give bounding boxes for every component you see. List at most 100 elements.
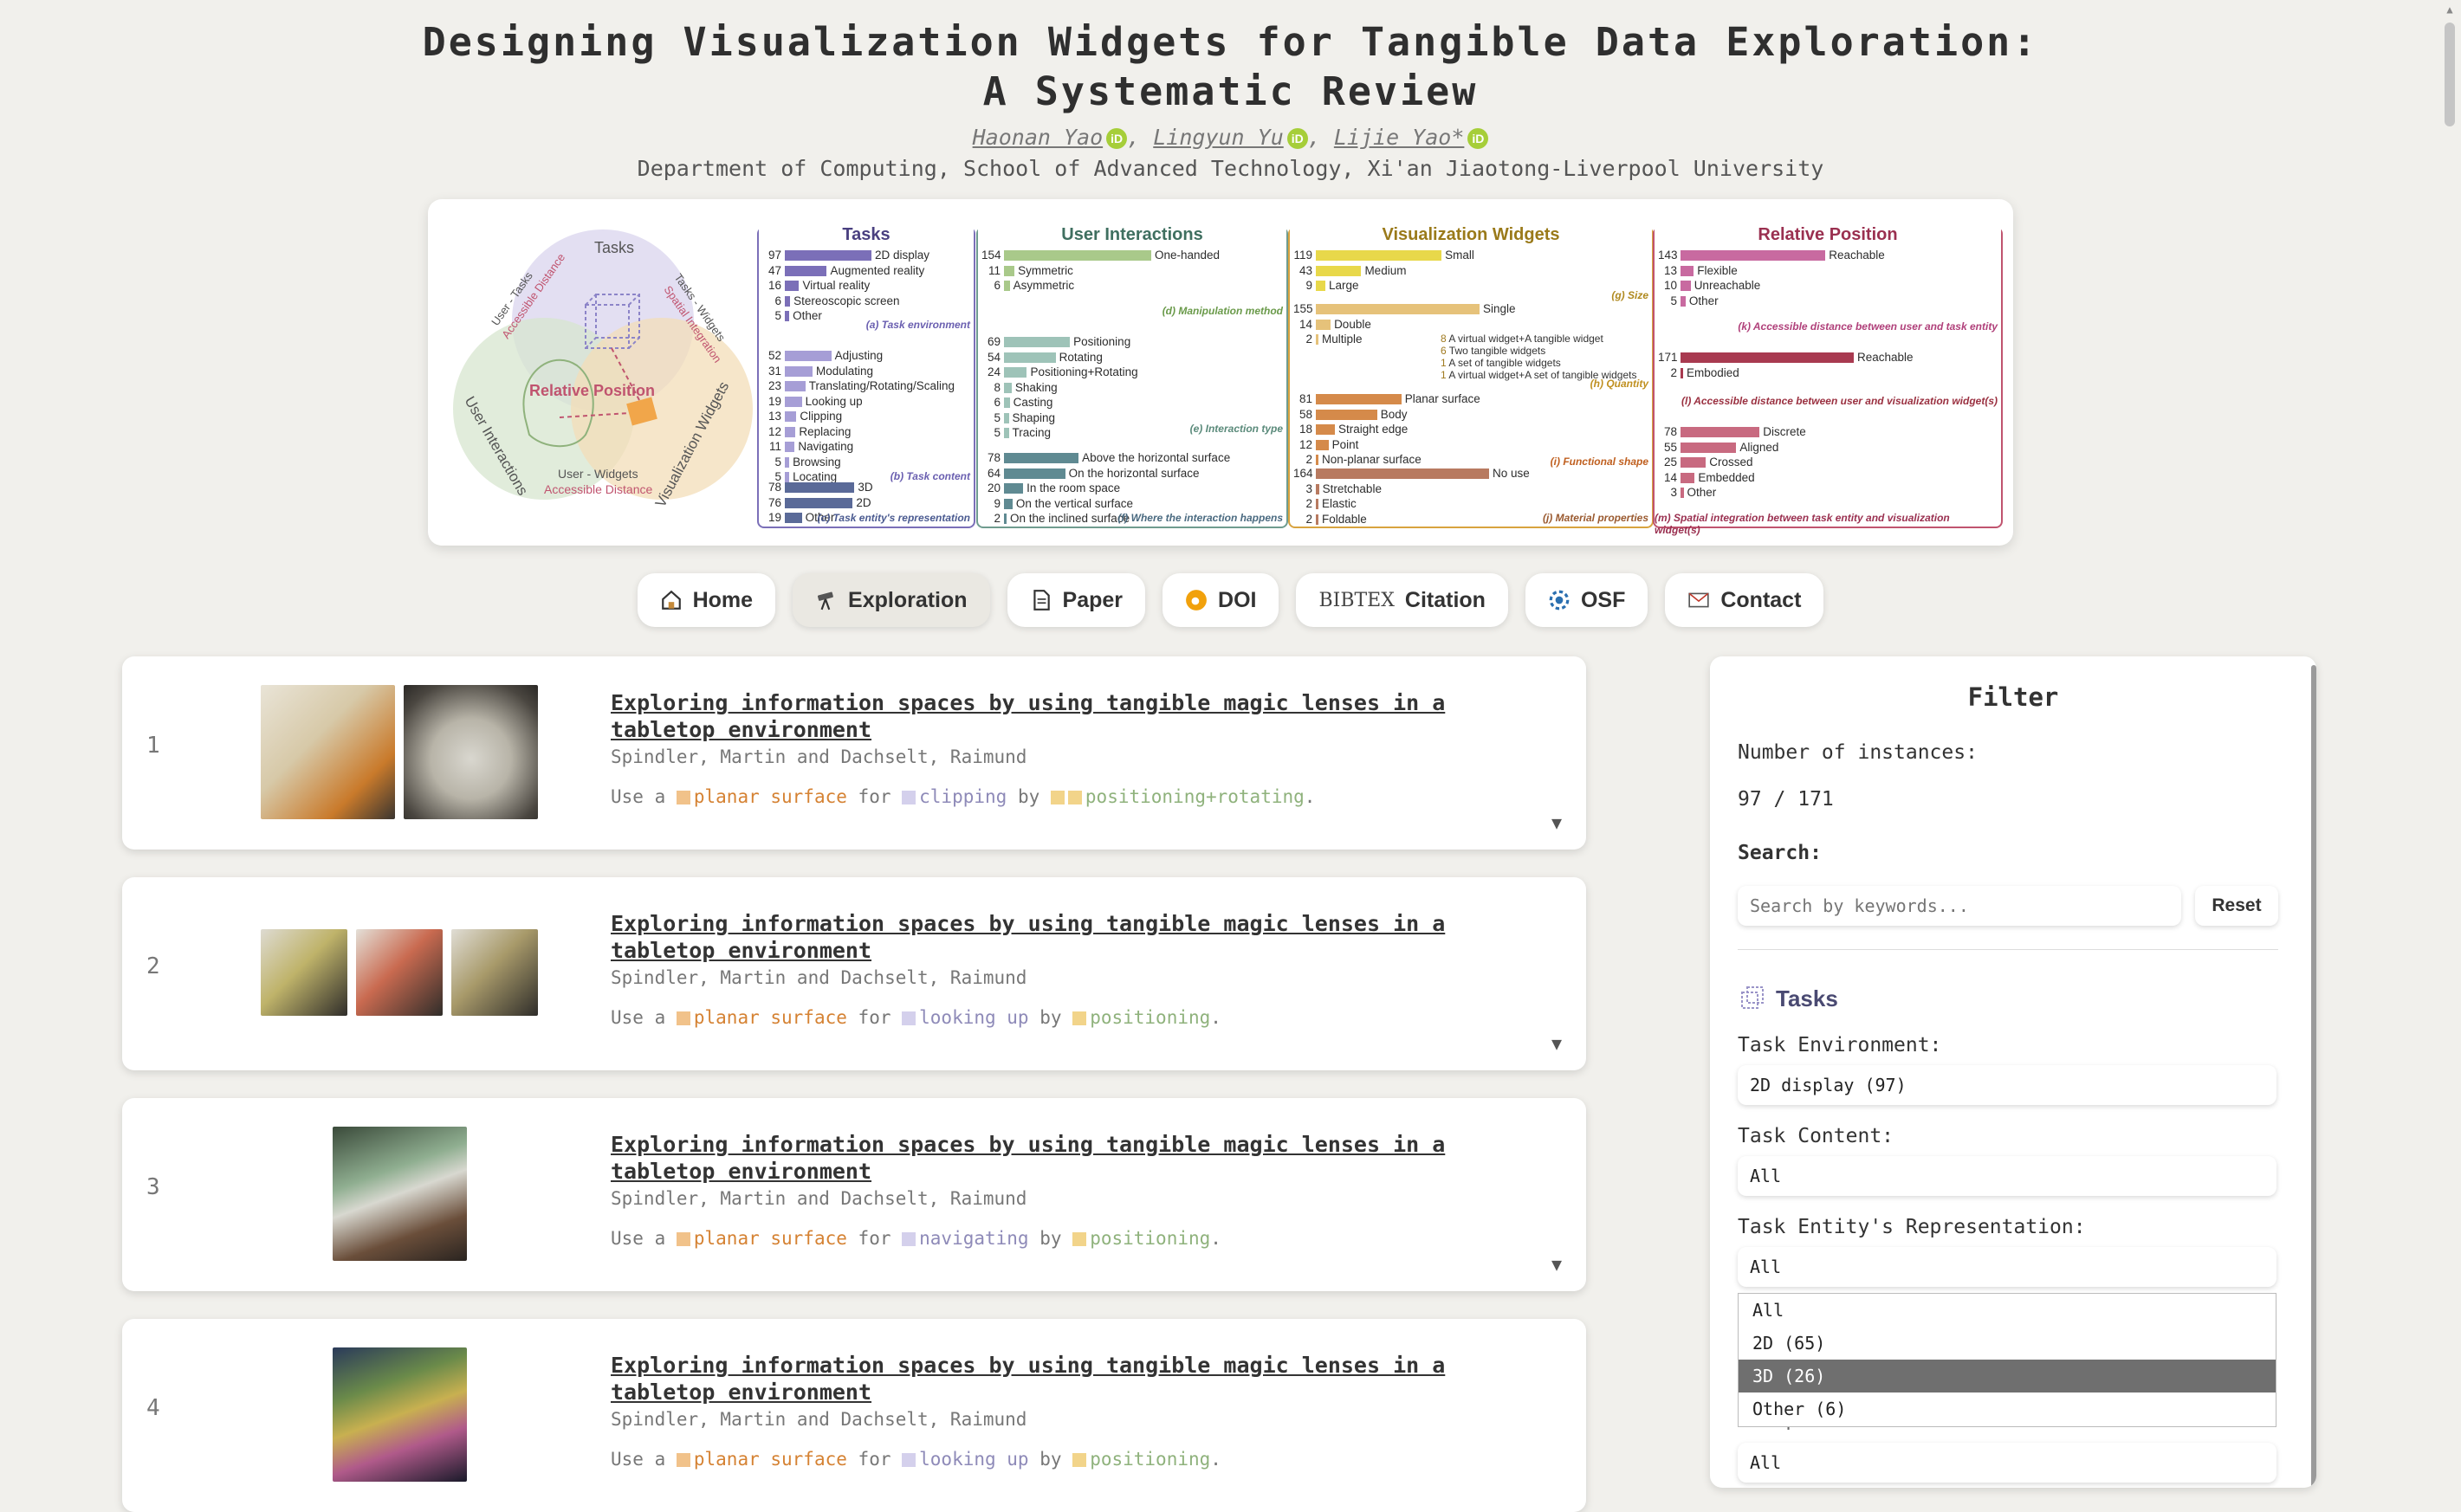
bar-value-label: 2 <box>1670 365 1677 379</box>
result-thumbnail[interactable] <box>451 929 538 1016</box>
task-keyword: clipping <box>919 786 1007 807</box>
dropdown-option[interactable]: All <box>1739 1294 2276 1327</box>
cube-icon <box>676 1011 690 1025</box>
orcid-icon[interactable]: iD <box>1286 128 1308 149</box>
task-environment-select[interactable]: 2D display (97) <box>1738 1065 2276 1105</box>
result-thumbnail[interactable] <box>261 929 347 1016</box>
nav-osf-button[interactable]: OSF <box>1525 573 1648 627</box>
chart-bar <box>1681 457 1707 468</box>
result-thumbnails <box>261 929 538 1016</box>
expand-chevron-icon[interactable]: ▼ <box>1551 1033 1562 1054</box>
bar-category-label: Translating/Rotating/Scaling <box>808 379 955 392</box>
hand-icon <box>1072 1232 1087 1246</box>
bar-value-label: 13 <box>1663 263 1677 277</box>
chart-bar-row: 14 Embedded <box>1658 470 1998 486</box>
result-authors: Spindler, Martin and Dachselt, Raimund <box>611 1188 1027 1209</box>
chart-bar <box>1316 319 1331 330</box>
chart-bar <box>1316 409 1377 420</box>
nav-contact-button[interactable]: Contact <box>1665 573 1824 627</box>
nav-doi-button[interactable]: DOI <box>1162 573 1279 627</box>
chart-bar-row: 11 Symmetric <box>981 263 1283 279</box>
result-card[interactable]: 2 Exploring information spaces by using … <box>122 877 1586 1070</box>
result-card[interactable]: 1 Exploring information spaces by using … <box>122 656 1586 850</box>
chart-bar-row: 12 Replacing <box>762 424 970 440</box>
bar-category-label: Stereoscopic screen <box>793 294 900 307</box>
result-thumbnail[interactable] <box>356 929 443 1016</box>
chart-bar <box>1681 427 1760 437</box>
result-title-link[interactable]: Exploring information spaces by using ta… <box>611 689 1538 743</box>
bar-category-label: Large <box>1328 279 1359 292</box>
dropdown-option[interactable]: 2D (65) <box>1739 1327 2276 1360</box>
author-link-1[interactable]: Haonan Yao <box>973 125 1104 150</box>
task-content-select[interactable]: All <box>1738 1156 2276 1196</box>
bar-value-label: 69 <box>987 335 1001 348</box>
instances-count: 97 / 171 <box>1738 788 1834 811</box>
chart-bar <box>1004 428 1009 438</box>
result-thumbnail[interactable] <box>332 1127 467 1261</box>
venn-user-widgets-sub: Accessible Distance <box>544 482 652 496</box>
chart-bar <box>1681 250 1826 261</box>
chart-bar <box>1004 412 1009 423</box>
bar-value-label: 2 <box>1305 453 1312 466</box>
divider <box>1738 949 2278 950</box>
dropdown-option[interactable]: Other (6) <box>1739 1392 2276 1425</box>
result-description: Use a planar surface for looking up by p… <box>611 1449 1221 1470</box>
dropdown-option-highlighted[interactable]: 3D (26) <box>1739 1360 2276 1392</box>
search-label: Search: <box>1738 842 1822 864</box>
result-thumbnail[interactable] <box>404 685 538 819</box>
manipulation-method-select[interactable]: All <box>1738 1443 2276 1483</box>
nav-home-label: Home <box>692 587 754 612</box>
relative-position-panel: Relative Position 143 Reachable 13 Flexible… <box>1653 225 2003 536</box>
interaction-type-caption: (e) Interaction type <box>1189 423 1283 435</box>
task-environment-caption: (a) Task environment <box>865 319 970 331</box>
nav-exploration-button[interactable]: Exploration <box>793 573 990 627</box>
chart-bar <box>1681 352 1854 363</box>
osf-icon <box>1549 590 1570 611</box>
chart-bar-row: 55 Aligned <box>1658 440 1998 456</box>
expand-chevron-icon[interactable]: ▼ <box>1551 812 1562 833</box>
widget-size-caption: (g) Size <box>1611 289 1648 301</box>
chart-bar <box>1681 472 1695 483</box>
result-card[interactable]: 3 Exploring information spaces by using … <box>122 1098 1586 1291</box>
author-link-3[interactable]: Lijie Yao* <box>1334 125 1465 150</box>
result-number: 2 <box>146 953 160 979</box>
scroll-up-arrow-icon[interactable]: ▲ <box>2445 3 2455 17</box>
nav-contact-label: Contact <box>1720 587 1802 612</box>
result-title-link[interactable]: Exploring information spaces by using ta… <box>611 1352 1538 1405</box>
bar-value-label: 171 <box>1658 351 1678 364</box>
expand-chevron-icon[interactable]: ▼ <box>1551 1254 1562 1275</box>
chart-bar <box>785 456 790 468</box>
task-representation-select[interactable]: All <box>1738 1247 2276 1287</box>
result-thumbnail[interactable] <box>261 685 395 819</box>
nav-home-button[interactable]: Home <box>637 573 776 627</box>
chart-bar-row: 9 On the vertical surface <box>981 496 1283 512</box>
author-link-2[interactable]: Lingyun Yu <box>1153 125 1284 150</box>
interactions-panel: User Interactions 154 One-handed 11 Symmetr… <box>976 225 1288 528</box>
page-scrollbar-thumb[interactable] <box>2445 23 2455 126</box>
reset-button[interactable]: Reset <box>2195 886 2278 926</box>
chart-bar <box>785 281 800 291</box>
result-title-link[interactable]: Exploring information spaces by using ta… <box>611 910 1538 964</box>
result-title-link[interactable]: Exploring information spaces by using ta… <box>611 1131 1538 1185</box>
chart-bar-row: 11 Navigating <box>762 439 970 455</box>
chart-bar <box>1316 281 1325 291</box>
chart-bar <box>1316 394 1402 404</box>
search-input[interactable] <box>1738 886 2181 926</box>
nav-citation-button[interactable]: BIBTEX Citation <box>1296 573 1508 627</box>
quantity-subitem: 1 A set of tangible widgets <box>1441 357 1561 369</box>
nav-paper-button[interactable]: Paper <box>1007 573 1146 627</box>
result-thumbnail[interactable] <box>332 1347 467 1482</box>
bar-category-label: 3D <box>858 481 873 494</box>
shape-keyword: planar surface <box>693 1007 847 1028</box>
orcid-icon[interactable]: iD <box>1467 128 1489 149</box>
chart-bar-row: 12 Point <box>1293 437 1648 453</box>
result-card[interactable]: 4 Exploring information spaces by using … <box>122 1319 1586 1512</box>
subitem-count: 1 <box>1441 369 1449 381</box>
orcid-icon[interactable]: iD <box>1106 128 1128 149</box>
bar-category-label: Browsing <box>793 455 841 468</box>
bibtex-logo-icon: BIBTEX <box>1318 589 1395 611</box>
nav-paper-label: Paper <box>1062 587 1124 612</box>
filter-scrollbar[interactable] <box>2311 665 2316 1488</box>
chart-bar-row: 8 Shaking <box>981 380 1283 396</box>
bar-value-label: 3 <box>1305 481 1312 495</box>
